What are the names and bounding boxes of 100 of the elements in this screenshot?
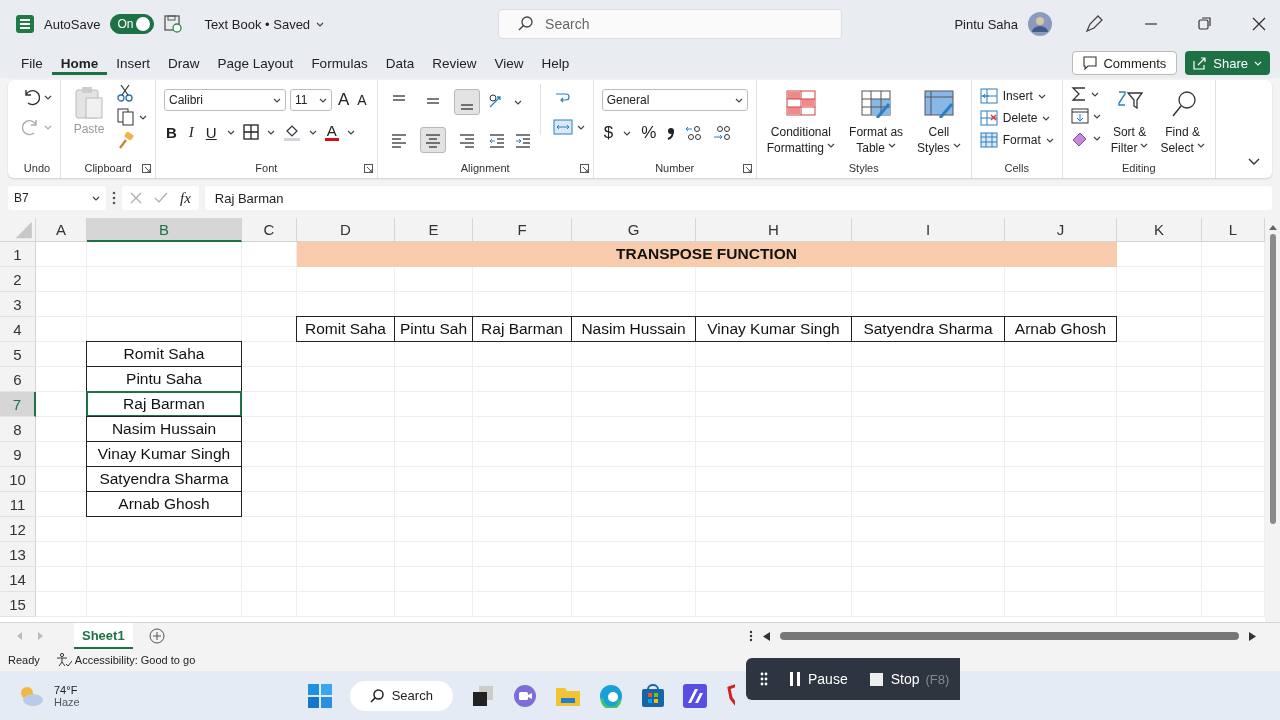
empty-cell[interactable] <box>242 267 297 292</box>
undo-icon[interactable] <box>22 88 40 106</box>
title-cell[interactable]: TRANSPOSE FUNCTION <box>297 242 1117 267</box>
increase-font-size-button[interactable]: A <box>336 90 352 110</box>
chevron-down-icon[interactable] <box>1042 115 1051 121</box>
row-header[interactable]: 3 <box>0 292 36 317</box>
row-header[interactable]: 15 <box>0 592 36 617</box>
chevron-down-icon[interactable] <box>1196 142 1205 148</box>
task-view-icon[interactable] <box>470 683 495 708</box>
empty-cell[interactable] <box>1117 342 1202 367</box>
menu-tab[interactable]: Help <box>532 51 579 75</box>
add-sheet-icon[interactable] <box>148 628 165 644</box>
row-header[interactable]: 8 <box>0 417 36 442</box>
table-cell[interactable]: Satyendra Sharma <box>86 466 242 492</box>
dialog-launcher-icon[interactable] <box>742 164 752 173</box>
chevron-down-icon[interactable] <box>308 129 317 135</box>
scissors-icon[interactable] <box>117 84 133 102</box>
row-header[interactable]: 6 <box>0 367 36 392</box>
ribbon-button[interactable]: Find & Select <box>1158 86 1207 156</box>
chevron-down-icon[interactable] <box>734 97 743 103</box>
chevron-down-icon[interactable] <box>1045 137 1054 143</box>
enter-icon[interactable] <box>154 192 168 204</box>
next-sheet-icon[interactable] <box>38 632 44 640</box>
decrease-indent-icon[interactable] <box>487 131 506 149</box>
column-header[interactable]: E <box>395 218 473 242</box>
row-header[interactable]: 5 <box>0 342 36 367</box>
copy-icon[interactable] <box>117 108 135 126</box>
row-header[interactable]: 9 <box>0 442 36 467</box>
ribbon-button[interactable]: Delete <box>979 110 1054 126</box>
empty-cell[interactable] <box>242 292 297 317</box>
chevron-down-icon[interactable] <box>827 142 836 148</box>
column-header[interactable]: G <box>572 218 696 242</box>
ribbon-button[interactable]: Sort & Filter <box>1108 86 1151 156</box>
autosave-toggle[interactable]: On <box>110 14 155 34</box>
chevron-down-icon[interactable] <box>1090 91 1099 97</box>
empty-cell[interactable] <box>297 267 395 292</box>
font-color-button[interactable]: A <box>324 123 339 141</box>
empty-cell[interactable] <box>1005 342 1117 367</box>
shield-icon[interactable] <box>724 683 735 708</box>
scrollbar-thumb[interactable] <box>779 632 1239 640</box>
empty-cell[interactable] <box>1117 267 1202 292</box>
empty-cell[interactable] <box>395 267 473 292</box>
vertical-align-icon[interactable] <box>453 89 480 115</box>
chevron-down-icon[interactable] <box>887 142 896 148</box>
chevron-down-icon[interactable] <box>226 129 235 135</box>
table-cell[interactable]: Nasim Hussain <box>86 416 242 442</box>
weather-widget[interactable]: 74°F Haze <box>18 683 80 708</box>
ribbon-button[interactable]: Conditional Formatting <box>764 90 838 156</box>
menu-tab[interactable]: Formulas <box>302 51 377 75</box>
menu-tab[interactable]: Insert <box>107 51 160 75</box>
row-header[interactable]: 13 <box>0 542 36 567</box>
fill-down-icon[interactable] <box>1070 108 1089 124</box>
browser-icon[interactable] <box>598 683 623 708</box>
more-options-icon[interactable] <box>112 191 116 205</box>
empty-cell[interactable] <box>242 342 297 367</box>
chevron-down-icon[interactable] <box>273 97 281 103</box>
column-header[interactable]: L <box>1202 218 1265 242</box>
empty-cell[interactable] <box>572 267 696 292</box>
italic-button[interactable]: I <box>186 123 196 141</box>
more-options-icon[interactable] <box>748 630 753 642</box>
empty-cell[interactable] <box>242 492 297 517</box>
row-header[interactable]: 1 <box>0 242 36 267</box>
cancel-icon[interactable] <box>130 192 142 204</box>
empty-cell[interactable] <box>242 517 297 542</box>
dialog-launcher-icon[interactable] <box>363 164 373 173</box>
avatar-icon[interactable] <box>1028 12 1052 36</box>
ribbon-button[interactable]: Cell Styles <box>915 90 963 156</box>
chevron-down-icon[interactable] <box>139 114 147 120</box>
restore-icon[interactable] <box>1198 17 1212 31</box>
save-sync-icon[interactable] <box>164 15 183 33</box>
select-all-icon[interactable] <box>0 218 36 242</box>
close-icon[interactable] <box>1252 17 1266 31</box>
menu-tab[interactable]: Draw <box>159 51 209 75</box>
empty-cell[interactable] <box>242 367 297 392</box>
chevron-down-icon[interactable] <box>623 130 632 136</box>
table-cell[interactable]: Romit Saha <box>296 316 395 342</box>
table-cell[interactable]: Vinay Kumar Singh <box>695 316 852 342</box>
table-cell[interactable]: Arnab Ghosh <box>1004 316 1117 342</box>
app-tile-icon[interactable] <box>682 683 707 708</box>
percent-button[interactable]: % <box>639 123 659 143</box>
empty-cell[interactable] <box>1005 267 1117 292</box>
scrollbar-thumb[interactable] <box>1269 234 1276 524</box>
number-format-dropdown[interactable]: General <box>601 89 748 111</box>
redo-icon[interactable] <box>22 118 40 136</box>
table-cell[interactable]: Satyendra Sharma <box>851 316 1005 342</box>
borders-icon[interactable] <box>242 124 259 140</box>
table-cell[interactable]: Vinay Kumar Singh <box>86 441 242 467</box>
start-icon[interactable] <box>307 683 332 708</box>
empty-cell[interactable] <box>696 342 852 367</box>
fill-color-icon[interactable] <box>282 123 301 141</box>
empty-cell[interactable] <box>852 267 1005 292</box>
increase-indent-icon[interactable] <box>513 131 532 149</box>
dialog-launcher-icon[interactable] <box>579 164 589 173</box>
empty-cell[interactable] <box>87 517 242 542</box>
sum-icon[interactable] <box>1070 86 1087 102</box>
ribbon-button[interactable]: Format <box>979 132 1054 148</box>
chevron-down-icon[interactable] <box>319 97 327 103</box>
empty-cell[interactable] <box>297 342 395 367</box>
column-header[interactable]: I <box>852 218 1005 242</box>
empty-cell[interactable] <box>1117 292 1202 317</box>
